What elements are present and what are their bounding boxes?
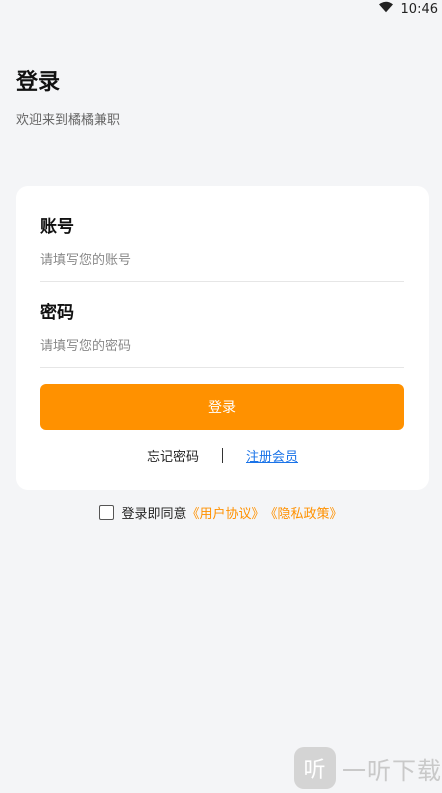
login-screen: 10:46 登录 欢迎来到橘橘兼职 账号 密码 登录 忘记密码 注册会员 登录即…: [0, 0, 442, 793]
password-label: 密码: [40, 303, 74, 323]
status-time: 10:46: [400, 1, 438, 17]
account-divider: [40, 281, 404, 282]
wifi-icon: [378, 1, 393, 17]
account-label: 账号: [40, 217, 74, 237]
welcome-text: 欢迎来到橘橘兼职: [16, 113, 121, 128]
password-input[interactable]: [40, 330, 404, 362]
page-title: 登录: [16, 70, 61, 95]
status-bar: 10:46: [0, 0, 442, 18]
agreement-row: 登录即同意 《用户协议》 《隐私政策》: [0, 503, 442, 522]
login-button[interactable]: 登录: [40, 384, 404, 430]
watermark-logo-icon: 听: [294, 747, 336, 789]
login-card: 账号 密码 登录 忘记密码 注册会员: [16, 186, 429, 490]
watermark-text: 一听下载: [342, 756, 442, 785]
privacy-policy-link[interactable]: 《隐私政策》: [265, 503, 343, 522]
forgot-password-link[interactable]: 忘记密码: [147, 446, 199, 465]
password-divider: [40, 367, 404, 368]
account-input[interactable]: [40, 244, 404, 276]
agreement-checkbox[interactable]: [99, 505, 115, 520]
agreement-prefix: 登录即同意: [121, 507, 187, 522]
user-agreement-link[interactable]: 《用户协议》: [186, 503, 264, 522]
auth-links: 忘记密码 注册会员: [16, 446, 429, 465]
register-link[interactable]: 注册会员: [246, 446, 298, 465]
watermark: 听 一听下载: [294, 747, 442, 789]
link-separator: [222, 448, 223, 463]
